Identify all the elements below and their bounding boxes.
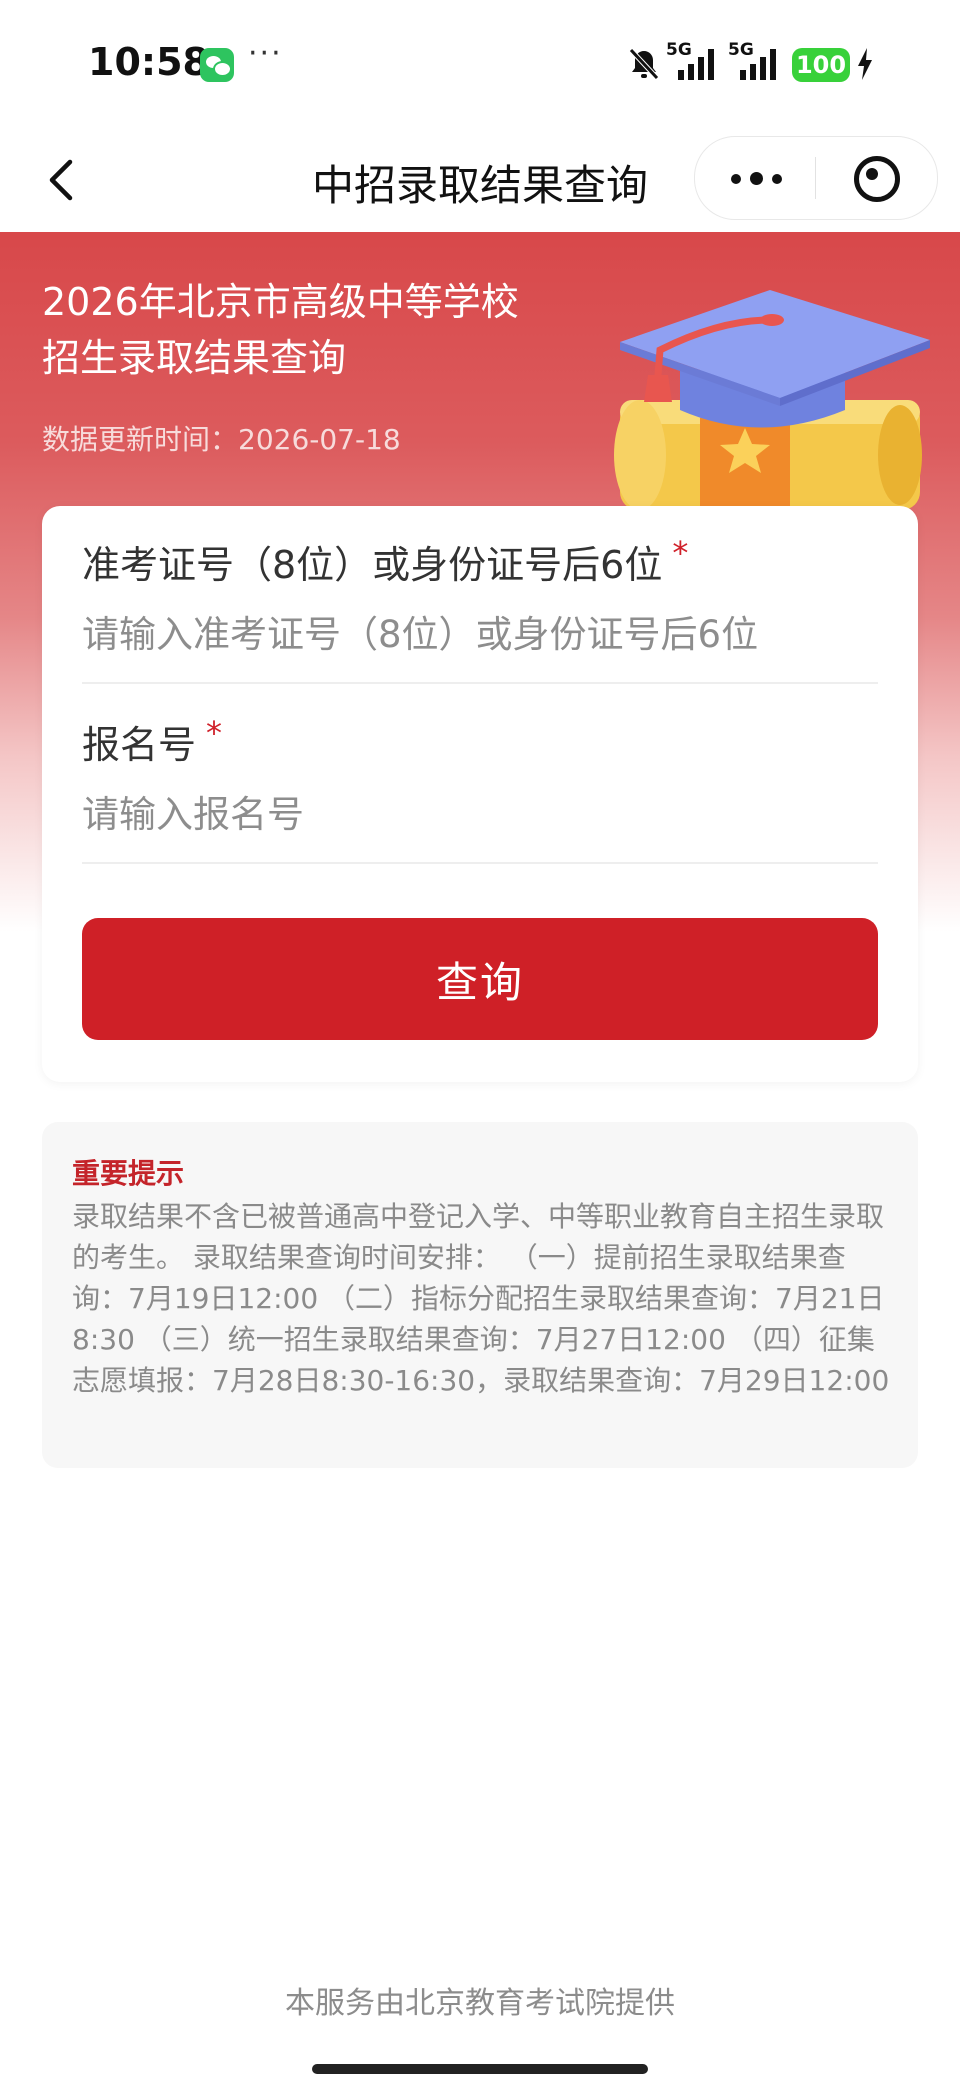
status-time: 10:58 <box>88 40 209 84</box>
home-indicator[interactable] <box>312 2064 648 2074</box>
field-divider <box>82 682 878 684</box>
graduation-cap-diploma-icon <box>614 290 930 510</box>
query-form-card: 准考证号（8位）或身份证号后6位* 报名号* 查询 <box>42 506 918 1082</box>
required-asterisk: * <box>672 534 689 572</box>
hero-title-line-2: 招生录取结果查询 <box>42 336 347 380</box>
ticket-number-input[interactable] <box>82 613 878 656</box>
status-more-icon: ··· <box>248 36 283 71</box>
registration-field: 报名号 * <box>82 714 878 836</box>
notice-title: 重要提示 <box>72 1157 185 1190</box>
more-icon[interactable] <box>695 137 815 219</box>
query-button[interactable]: 查询 <box>82 918 878 1040</box>
field-divider <box>82 862 878 864</box>
registration-label: 报名号 * <box>82 714 878 769</box>
signal-icon <box>678 49 714 80</box>
ticket-label: 准考证号（8位）或身份证号后6位 * <box>82 534 878 589</box>
ticket-field: 准考证号（8位）或身份证号后6位 * <box>82 534 878 656</box>
hero-title: 2026年北京市高级中等学校 招生录取结果查询 <box>42 274 519 386</box>
bell-muted-icon <box>629 48 659 80</box>
status-bar: 10:58 ··· 5G 5G 100 <box>0 0 960 128</box>
close-miniprogram-icon[interactable] <box>816 137 936 219</box>
data-update-time: 数据更新时间：2026-07-18 <box>42 423 401 456</box>
required-asterisk: * <box>206 714 223 752</box>
registration-number-input[interactable] <box>82 793 878 836</box>
signal-icon-2 <box>740 49 776 80</box>
battery-icon: 100 <box>792 48 850 82</box>
notice-body: 录取结果不含已被普通高中登记入学、中等职业教育自主招生录取的考生。 录取结果查询… <box>72 1200 890 1397</box>
important-notice: 重要提示 录取结果不含已被普通高中登记入学、中等职业教育自主招生录取的考生。 录… <box>42 1122 918 1468</box>
ticket-label-text: 准考证号（8位）或身份证号后6位 <box>82 543 663 587</box>
hero-title-line-1: 2026年北京市高级中等学校 <box>42 280 519 324</box>
charging-bolt-icon <box>858 48 872 80</box>
wechat-icon <box>200 48 234 82</box>
footer-provider-text: 本服务由北京教育考试院提供 <box>285 1986 675 2021</box>
miniprogram-capsule <box>694 136 938 220</box>
navigation-bar: 中招录取结果查询 <box>0 128 960 232</box>
registration-label-text: 报名号 <box>82 723 197 767</box>
